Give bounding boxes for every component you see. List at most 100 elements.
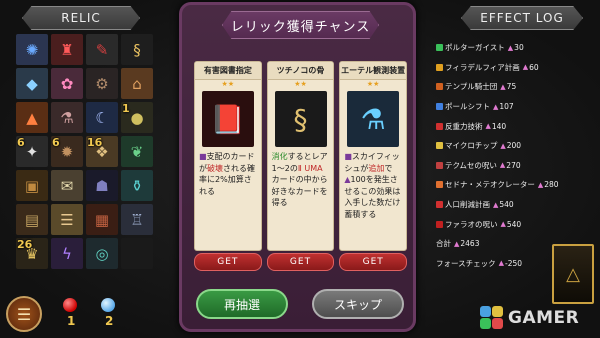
night-city-icon: ☗	[95, 176, 109, 195]
relic-slot[interactable]: ✺	[16, 34, 48, 65]
effect-log-row: テクムセの呪い ▲ 270	[436, 156, 596, 176]
castle-icon: ♖	[130, 210, 144, 229]
effect-card-icon	[436, 161, 443, 169]
golden-serpent-icon: §	[133, 40, 141, 59]
lab-scene-icon: ⚗	[60, 108, 74, 127]
get-button-row: GET GET GET	[194, 253, 408, 271]
orange-mesa-icon: ▲	[26, 108, 38, 127]
relic-slot[interactable]: ▣	[16, 170, 48, 201]
get-button-2[interactable]: GET	[266, 253, 335, 271]
relic-slot[interactable]: ♛ 26	[16, 238, 48, 269]
red-gem-count: 1	[67, 314, 76, 328]
effect-log-row: ポルターガイスト ▲ 30	[436, 38, 596, 58]
power-triangle-icon: ▲	[454, 239, 460, 248]
card-description: ■支配のカードが破壊される確率に2%加算される	[195, 147, 261, 197]
relic-slot[interactable]: ❦	[121, 136, 153, 167]
card-description-fragment: で	[384, 163, 393, 173]
relic-slot[interactable]: ⚱	[121, 170, 153, 201]
effect-value: 200	[506, 141, 522, 151]
relic-slot[interactable]: §	[121, 34, 153, 65]
gamer-logo-icon	[480, 306, 504, 330]
power-triangle-icon: ▲	[522, 63, 529, 72]
relic-slot[interactable]: ✉	[51, 170, 83, 201]
relic-slot[interactable]: ✿	[51, 68, 83, 99]
relic-card-3[interactable]: エーテル観測装置 ★★ ⚗ ■スカイフィッシュが追加で▲100を発生させるこの効果は入…	[339, 61, 408, 251]
blue-gem-icon	[101, 298, 115, 312]
power-triangle-icon: ▲	[485, 122, 491, 131]
inventory-bar: ☰ 1 2	[6, 296, 126, 332]
effect-name: 反重力技術	[445, 121, 483, 131]
portal-icon: ◎	[95, 244, 109, 263]
relic-card-1[interactable]: 有害図書指定 ★★ 📕 ■支配のカードが破壊される確率に2%加算される	[194, 61, 262, 251]
relic-slot[interactable]: ❖ 16	[86, 136, 118, 167]
get-button-3[interactable]: GET	[339, 253, 408, 271]
effect-card-icon	[436, 142, 443, 150]
scroll-icon: ✉	[60, 176, 74, 195]
green-plant-icon: ❦	[130, 142, 144, 161]
effect-name: フィラデルフィア計画	[445, 62, 520, 72]
relic-slot[interactable]: ☗	[86, 170, 118, 201]
effect-value: 540	[506, 219, 522, 229]
relic-card-row: 有害図書指定 ★★ 📕 ■支配のカードが破壊される確率に2%加算される ツチノコの骨 ★★…	[194, 61, 408, 251]
spotlight-icon: ✦	[25, 142, 39, 161]
relic-slot[interactable]: ⚙	[86, 68, 118, 99]
dark-machine-icon: ⚙	[95, 74, 109, 93]
tarot-card-thumbnail[interactable]: △	[552, 244, 594, 304]
effect-card-icon	[436, 220, 443, 228]
card-description-fragment: 破壊	[207, 163, 223, 173]
relic-chance-dialog: レリック獲得チャンス 有害図書指定 ★★ 📕 ■支配のカードが破壊される確率に2%加算…	[179, 2, 416, 332]
relic-slot[interactable]: ✹ 6	[51, 136, 83, 167]
effect-log-list: ポルターガイスト ▲ 30 フィラデルフィア計画 ▲ 60 テンプル騎士団 ▲ 75 ポールシフト…	[436, 38, 596, 273]
cursed-book-icon: 📕	[201, 91, 254, 147]
effect-name: テンプル騎士団	[445, 82, 498, 92]
relic-slot[interactable]: ⌂	[121, 68, 153, 99]
relic-card-2[interactable]: ツチノコの骨 ★★ § 消化するとレア1〜2のⅡ UMAカードの中から好きなカードを得…	[266, 61, 335, 251]
get-button-1[interactable]: GET	[194, 253, 262, 271]
relic-slot[interactable]: ◎	[86, 238, 118, 269]
relic-slot[interactable]: ✦ 6	[16, 136, 48, 167]
power-triangle-icon: ▲	[498, 259, 505, 268]
lightning-storm-icon: ϟ	[62, 244, 72, 263]
treasure-chest-icon: ▣	[24, 176, 40, 195]
card-name: 有害図書指定	[195, 62, 261, 80]
relic-slot[interactable]: ☰	[51, 204, 83, 235]
reroll-button[interactable]: 再抽選	[196, 289, 288, 319]
relic-slot[interactable]: ● 1	[121, 102, 153, 133]
relic-slot[interactable]: ✎	[86, 34, 118, 65]
effect-value: 270	[506, 160, 521, 170]
blue-gem-count: 2	[105, 314, 114, 328]
relic-slot[interactable]: ▲	[16, 102, 48, 133]
relic-slot[interactable]: ☾	[86, 102, 118, 133]
relic-slot[interactable]: ▤	[16, 204, 48, 235]
relic-stack-count: 6	[52, 136, 60, 149]
total-label: 合計	[436, 239, 451, 249]
effect-card-icon	[436, 83, 443, 91]
card-description-fragment: ■	[344, 152, 352, 161]
card-description-fragment: カードの中から好きなカードを得る	[271, 175, 328, 207]
effect-card-icon	[436, 63, 443, 71]
relic-slot[interactable]: ϟ	[51, 238, 83, 269]
effect-name: ファラオの呪い	[445, 219, 498, 229]
relic-slot[interactable]: ◆	[16, 68, 48, 99]
relic-slot[interactable]: ▦	[86, 204, 118, 235]
effect-name: 人口削減計画	[445, 200, 490, 210]
effect-log-row: マイクロチップ ▲ 200	[436, 136, 596, 156]
red-tower-icon: ♜	[60, 40, 74, 59]
card-rarity-stars: ★★	[366, 80, 380, 88]
effect-log-title: EFFECT LOG	[461, 6, 583, 30]
wooden-crate-icon: ▦	[94, 210, 110, 229]
effect-log-row: セドナ・メテオクレーター ▲ 280	[436, 175, 596, 195]
power-triangle-icon: ▲	[507, 43, 514, 52]
pink-shrine-icon: ✿	[60, 74, 74, 93]
effect-name: マイクロチップ	[445, 141, 498, 151]
relic-slot[interactable]: ♖	[121, 204, 153, 235]
skip-button[interactable]: スキップ	[312, 289, 404, 319]
gear-wheel-icon: ✹	[60, 142, 74, 161]
card-description: 消化するとレア1〜2のⅡ UMAカードの中から好きなカードを得る	[268, 147, 334, 209]
power-triangle-icon: ▲	[493, 102, 499, 111]
relic-slot[interactable]	[121, 238, 153, 269]
menu-button[interactable]: ☰	[6, 296, 42, 332]
effect-value: 60	[529, 62, 539, 72]
relic-slot[interactable]: ⚗	[51, 102, 83, 133]
relic-slot[interactable]: ♜	[51, 34, 83, 65]
